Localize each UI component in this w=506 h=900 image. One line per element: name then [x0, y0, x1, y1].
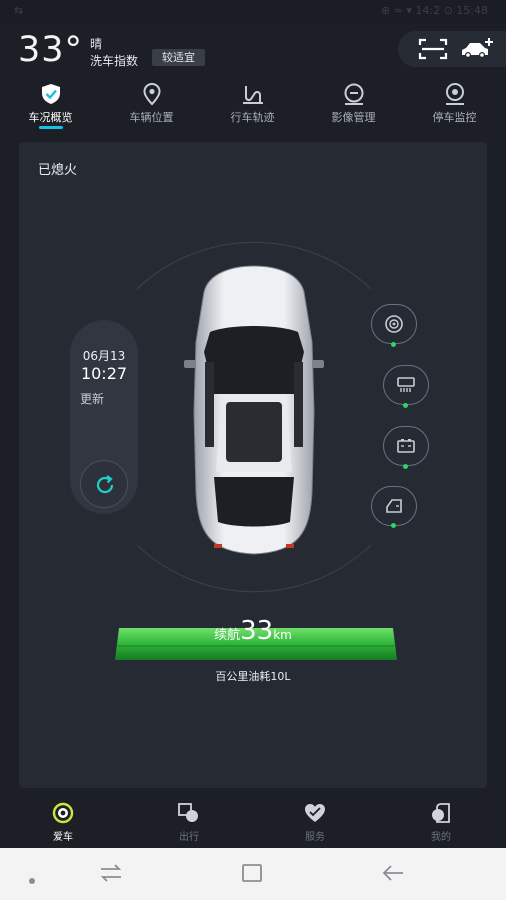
range-unit: km	[273, 628, 292, 642]
tire-status[interactable]	[371, 304, 417, 344]
nav-label: 出行	[179, 832, 199, 843]
car-top-view	[184, 265, 324, 555]
tab-overview[interactable]: 车况概览	[0, 80, 101, 132]
battery-status[interactable]	[383, 426, 429, 466]
update-time: 10:27	[80, 364, 128, 383]
tab-label: 影像管理	[331, 111, 376, 124]
nav-my-car[interactable]: 爱车	[0, 796, 126, 848]
scan-icon	[418, 38, 448, 60]
range-value: 33	[240, 616, 274, 646]
profile-icon	[432, 803, 450, 823]
scan-button[interactable]	[418, 38, 448, 60]
nav-trip[interactable]: 出行	[126, 796, 252, 848]
system-dot-button[interactable]	[28, 870, 36, 889]
tab-driving-route[interactable]: 行车轨迹	[202, 80, 303, 132]
header-actions	[398, 31, 506, 67]
parking-monitor-icon	[446, 83, 464, 105]
temperature: 33°	[18, 30, 84, 70]
vehicle-overview-card: 已熄火 06月13 10:27 更新 续航33km 百公里油耗10L	[19, 142, 487, 788]
battery-icon	[397, 439, 415, 453]
system-home-button[interactable]	[241, 863, 263, 887]
add-car-button[interactable]	[460, 37, 494, 61]
trip-icon	[178, 803, 198, 822]
nav-label: 服务	[305, 832, 325, 843]
back-arrow-icon	[382, 865, 403, 881]
tab-label: 行车轨迹	[230, 111, 275, 124]
defrost-status[interactable]	[383, 365, 429, 405]
weather-header: 33° 晴 洗车指数 较适宜	[0, 24, 506, 78]
active-tab-indicator	[39, 126, 63, 129]
location-pin-icon	[143, 82, 161, 106]
status-bar-left: ⇆	[14, 4, 24, 17]
home-square-icon	[242, 864, 262, 882]
wash-index-badge: 较适宜	[152, 49, 205, 66]
bottom-nav: 爱车 出行 服务 我的	[0, 796, 506, 848]
car-ring-icon	[52, 802, 74, 824]
tire-icon	[385, 315, 403, 333]
tab-label: 车辆位置	[129, 111, 174, 124]
weather-condition: 晴	[90, 37, 103, 51]
route-icon	[243, 86, 263, 104]
defrost-icon	[397, 377, 415, 392]
door-icon	[386, 499, 402, 513]
door-status[interactable]	[371, 486, 417, 526]
status-ok-dot	[391, 342, 396, 347]
status-bar-right: ⊕ ≈ ▾ 14:2 ⊙ 15:48	[380, 4, 488, 17]
status-bar: ⇆ ⊕ ≈ ▾ 14:2 ⊙ 15:48	[0, 0, 506, 24]
engine-status: 已熄火	[38, 163, 78, 178]
system-switch-button[interactable]	[99, 863, 123, 887]
nav-profile[interactable]: 我的	[378, 796, 504, 848]
heart-service-icon	[305, 804, 325, 822]
system-back-button[interactable]	[381, 863, 405, 887]
range-prefix: 续航	[214, 628, 241, 643]
tab-label: 车况概览	[28, 111, 73, 124]
range-label: 续航33km	[19, 616, 487, 646]
update-panel: 06月13 10:27 更新	[70, 320, 138, 514]
status-ok-dot	[391, 523, 396, 528]
shield-check-icon	[42, 84, 60, 104]
add-car-icon	[462, 38, 493, 58]
camera-lens-icon	[344, 83, 364, 105]
wash-index-label: 洗车指数	[90, 54, 139, 68]
update-label: 更新	[80, 392, 105, 406]
tab-vehicle-location[interactable]: 车辆位置	[101, 80, 202, 132]
update-date: 06月13	[82, 349, 126, 363]
system-navigation-bar	[0, 848, 506, 900]
tab-parking-monitor[interactable]: 停车监控	[404, 80, 505, 132]
fuel-consumption: 百公里油耗10L	[215, 670, 291, 683]
nav-service[interactable]: 服务	[252, 796, 378, 848]
status-ok-dot	[403, 464, 408, 469]
refresh-icon	[96, 475, 114, 494]
refresh-button[interactable]	[80, 460, 128, 508]
status-ok-dot	[403, 403, 408, 408]
tab-bar: 车况概览 车辆位置 行车轨迹 影像管理 停车监控	[0, 80, 506, 132]
tab-label: 停车监控	[432, 111, 477, 124]
nav-label: 爱车	[53, 832, 73, 843]
switch-apps-icon	[100, 864, 122, 882]
nav-label: 我的	[431, 832, 451, 843]
tab-video-management[interactable]: 影像管理	[303, 80, 404, 132]
dot-icon	[29, 878, 35, 884]
